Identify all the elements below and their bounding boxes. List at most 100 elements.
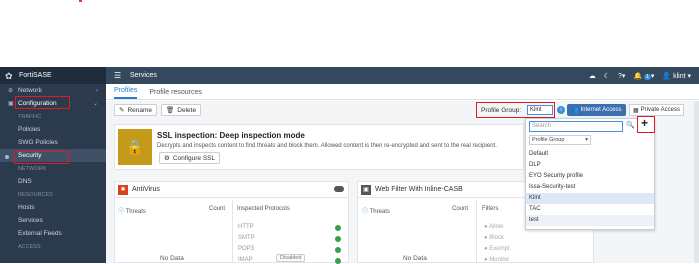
protocol-smtp: SMTP [238,235,255,241]
protocol-http: HTTP [238,224,254,230]
dropdown-item-tac[interactable]: TAC [526,204,654,215]
antivirus-icon: ✱ [118,184,128,195]
lock-icon: 🔒 [118,129,152,165]
filter-label: Allow [488,224,504,230]
ssl-description: Decrypts and inspects content to find th… [157,143,497,149]
user-menu[interactable]: 👤 klint ▾ [662,72,691,80]
tab-bar: Profiles Profile resources [106,84,699,100]
av-threats-header: ⓘ Threats [118,206,146,215]
check-icon [335,247,341,253]
fortinet-logo-icon: ✿ [5,70,13,81]
filter-label: Block [489,235,504,241]
dropdown-item-test[interactable]: test [526,215,654,226]
notification-badge: 1 [644,73,651,80]
dropdown-search-input[interactable]: Search [529,121,623,132]
help-icon[interactable]: ?▾ [618,72,625,80]
info-icon: ⓘ [362,209,369,215]
edit-icon: ✎ [119,107,125,114]
sidebar-header: ✿ FortiSASE [0,67,106,84]
search-icon[interactable]: 🔍 [626,121,635,129]
scrollbar[interactable] [694,101,699,263]
dropdown-item-default[interactable]: Default [526,149,654,160]
filter-label: Exempt [489,246,510,252]
user-icon: 👤 [662,72,672,80]
sidebar-item-label: Network [18,87,42,94]
threats-label: Threats [125,209,146,215]
gear-icon: ⚙ [164,155,170,162]
filter-monitor: ● Monitor [484,257,510,263]
profile-group-filter-select[interactable]: Profile Group ▾ [529,135,591,145]
dropdown-list: Default DLP EYO Security profile Issa-Se… [526,149,654,226]
wf-count-header: Count [452,206,469,212]
brand-name: FortiSASE [19,72,52,79]
moon-icon[interactable]: ☾ [604,72,610,80]
page-title: Services [130,72,157,79]
filter-exempt: ● Exempt [484,246,510,252]
av-no-data: No Data [160,255,184,262]
av-disabled-badge: Disabled [276,254,306,262]
sidebar-section-resources: RESOURCES [18,191,53,198]
av-count-header: Count [209,206,226,212]
delete-label: Delete [177,106,197,114]
antivirus-header: ✱ AntiVirus [115,182,348,198]
active-dot-icon [5,155,9,159]
tab-profile-resources[interactable]: Profile resources [149,89,202,99]
internet-access-button[interactable]: 👥 Internet Access [567,104,626,116]
private-access-button[interactable]: ▦ Private Access [629,104,685,116]
wf-filters-header: Filters [482,206,499,212]
toolbar: ✎ Rename 🗑 Delete [114,104,202,116]
wf-no-data: No Data [403,255,427,262]
threats-label: Threats [369,209,390,215]
chevron-down-icon: ▾ [585,137,588,143]
ssl-title: SSL inspection: Deep inspection mode [157,131,305,140]
filter-label: Monitor [489,257,510,263]
tab-profiles[interactable]: Profiles [114,87,138,99]
info-icon[interactable]: i [557,106,565,114]
configure-ssl-button[interactable]: ⚙ Configure SSL [159,152,221,164]
topbar-actions: ☁ ☾ ?▾ 🔔 1 ▾ 👤 klint ▾ [589,67,691,84]
trash-icon: 🗑 [166,107,175,114]
antivirus-toggle[interactable] [334,186,344,192]
webfilter-title: Web Filter With Inline-CASB [375,186,463,193]
configure-ssl-label: Configure SSL [172,154,216,162]
webfilter-icon: ▣ [361,184,371,195]
sidebar-item-policies[interactable]: Policies [0,123,106,136]
annotation-mark [79,0,82,2]
delete-button[interactable]: 🗑 Delete [161,104,202,116]
av-protocols-header: Inspected Protocols [237,206,290,212]
sidebar-item-dns[interactable]: DNS [0,175,106,188]
sidebar-item-external-feeds[interactable]: External Feeds [0,227,106,240]
sidebar-section-access: ACCESS [18,243,41,250]
rename-button[interactable]: ✎ Rename [114,104,158,116]
notifications[interactable]: 🔔 1 ▾ [633,72,654,80]
sidebar-item-services[interactable]: Services [0,214,106,227]
dropdown-item-issa[interactable]: Issa-Security-test [526,182,654,193]
divider [476,200,477,263]
highlight-security [14,151,69,164]
dropdown-item-eyo[interactable]: EYO Security profile [526,171,654,182]
add-profile-group-button[interactable]: + [641,116,648,130]
cloud-icon[interactable]: ☁ [589,72,596,80]
check-icon [335,236,341,242]
antivirus-title: AntiVirus [132,186,160,193]
private-access-label: Private Access [640,107,681,113]
check-icon [335,225,341,231]
page-top-blank [0,0,699,67]
username: klint [673,72,686,80]
bell-icon: 🔔 [633,72,643,80]
menu-icon[interactable]: ☰ [114,71,128,80]
rename-label: Rename [127,106,153,114]
wf-threats-header: ⓘ Threats [362,206,390,215]
topbar: ☰ Services ☁ ☾ ?▾ 🔔 1 ▾ 👤 klint ▾ [106,67,699,84]
people-icon: 👥 [571,107,579,114]
filter-allow: ● Allow [484,224,504,230]
dropdown-item-dlp[interactable]: DLP [526,160,654,171]
sidebar-section-traffic: TRAFFIC [18,113,42,120]
sidebar-item-swg-policies[interactable]: SWG Policies [0,136,106,149]
dropdown-item-klint[interactable]: Klint [526,193,654,204]
network-icon: ⊕ [8,88,14,94]
group-select-label: Profile Group [532,137,565,143]
check-icon [335,258,341,264]
sidebar-item-hosts[interactable]: Hosts [0,201,106,214]
highlight-profile-group [476,102,555,118]
